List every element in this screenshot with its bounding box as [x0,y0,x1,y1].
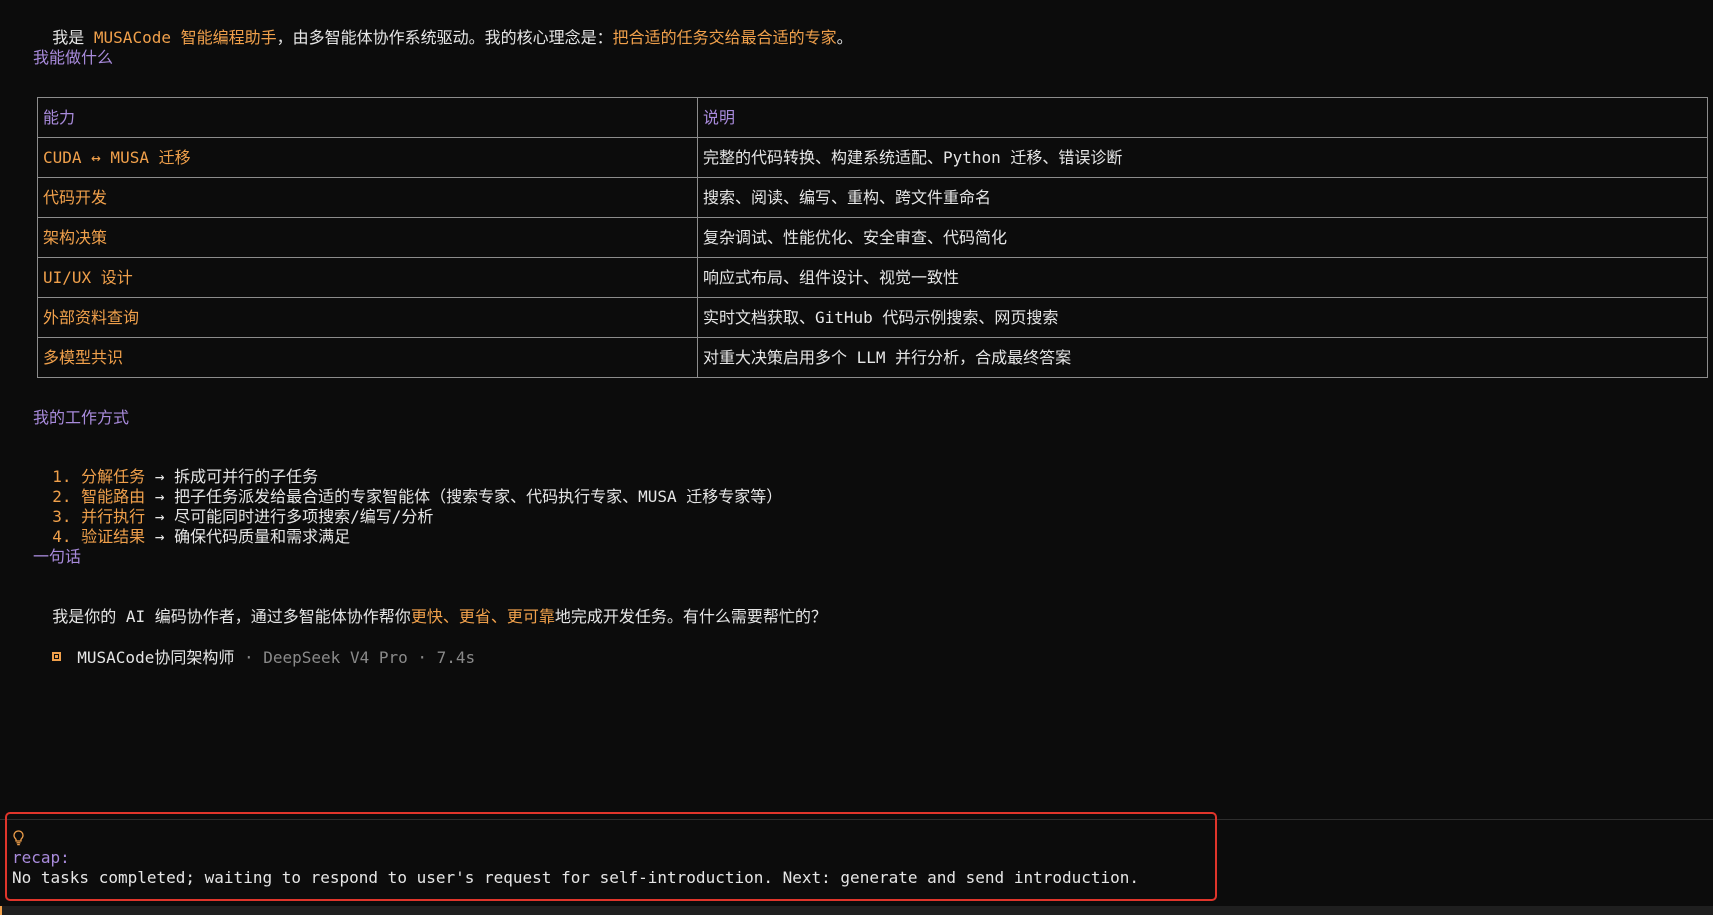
model-meta: · DeepSeek V4 Pro · 7.4s [234,648,476,667]
intro-prefix: 我是 [52,28,94,47]
table-row: UI/UX 设计 响应式布局、组件设计、视觉一致性 [37,257,1708,298]
workflow-arrow: → [145,527,175,546]
table-row: CUDA ↔ MUSA 迁移 完整的代码转换、构建系统适配、Python 迁移、… [37,137,1708,178]
signature-line: MUSACode协同架构师 · DeepSeek V4 Pro · 7.4s [33,628,475,668]
input-bar[interactable] [0,906,1713,915]
summary-sep: 、 [490,607,507,626]
workflow-title: 验证结果 [81,527,146,546]
workflow-desc: 确保代码质量和需求满足 [174,527,351,546]
summary-suffix: 地完成开发任务。有什么需要帮忙的？ [554,607,827,626]
agent-name: MUSACode协同架构师 [77,648,235,667]
capability-name: 多模型共识 [37,337,698,378]
recap-label: recap: [12,848,70,867]
section-heading-workflow: 我的工作方式 [33,408,130,427]
table-row: 架构决策 复杂调试、性能优化、安全审查、代码简化 [37,217,1708,258]
assistant-name: MUSACode 智能编程助手 [93,28,277,47]
capability-name: 架构决策 [37,217,698,258]
capability-desc: 完整的代码转换、构建系统适配、Python 迁移、错误诊断 [697,137,1708,178]
section-heading-summary: 一句话 [33,547,82,566]
summary-highlight-reliable: 更可靠 [506,607,555,626]
intro-line: 我是 MUSACode 智能编程助手，由多智能体协作系统驱动。我的核心理念是：把… [33,8,853,48]
summary-prefix: 我是你的 AI 编码协作者，通过多智能体协作帮你 [52,607,411,626]
capability-table: 能力 说明 CUDA ↔ MUSA 迁移 完整的代码转换、构建系统适配、Pyth… [37,97,1708,378]
capability-name: 代码开发 [37,177,698,218]
summary-highlight-faster: 更快 [410,607,443,626]
recap-text: No tasks completed; waiting to respond t… [12,868,1140,887]
intro-middle: ，由多智能体协作系统驱动。我的核心理念是： [276,28,613,47]
workflow-item: 4. 验证结果 → 确保代码质量和需求满足 [33,507,350,547]
summary-highlight-cheaper: 更省 [458,607,491,626]
summary-line: 我是你的 AI 编码协作者，通过多智能体协作帮你更快、更省、更可靠地完成开发任务… [33,587,827,627]
workflow-number: 4. [52,527,72,546]
table-header-row: 能力 说明 [37,97,1708,138]
capability-desc: 搜索、阅读、编写、重构、跨文件重命名 [697,177,1708,218]
capability-desc: 对重大决策启用多个 LLM 并行分析，合成最终答案 [697,337,1708,378]
agent-square-icon [52,652,62,661]
table-row: 多模型共识 对重大决策启用多个 LLM 并行分析，合成最终答案 [37,337,1708,378]
input-cursor [0,906,2,915]
section-heading-capabilities: 我能做什么 [33,48,114,67]
summary-sep: 、 [442,607,459,626]
core-principle: 把合适的任务交给最合适的专家 [612,28,837,47]
intro-suffix: 。 [836,28,853,47]
table-row: 外部资料查询 实时文档获取、GitHub 代码示例搜索、网页搜索 [37,297,1708,338]
table-row: 代码开发 搜索、阅读、编写、重构、跨文件重命名 [37,177,1708,218]
table-header-description: 说明 [697,97,1708,138]
lightbulb-icon [13,830,24,846]
capability-name: CUDA ↔ MUSA 迁移 [37,137,698,178]
table-header-capability: 能力 [37,97,698,138]
capability-name: UI/UX 设计 [37,257,698,298]
capability-desc: 响应式布局、组件设计、视觉一致性 [697,257,1708,298]
capability-desc: 复杂调试、性能优化、安全审查、代码简化 [697,217,1708,258]
capability-name: 外部资料查询 [37,297,698,338]
capability-desc: 实时文档获取、GitHub 代码示例搜索、网页搜索 [697,297,1708,338]
